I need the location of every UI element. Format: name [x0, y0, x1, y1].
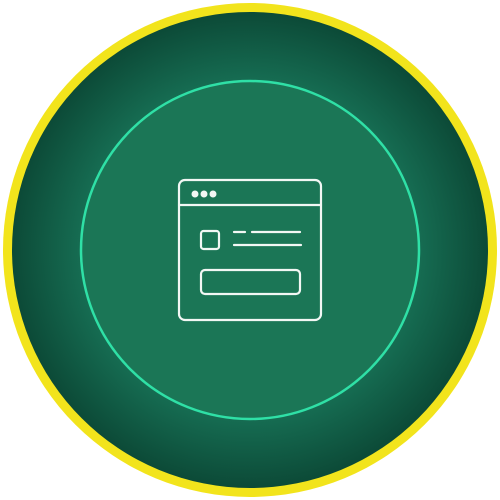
icon-badge [0, 0, 500, 500]
inner-circle [79, 79, 421, 421]
badge-graphic [3, 3, 497, 497]
window-dot-icon [200, 190, 208, 198]
window-dot-icon [191, 190, 199, 198]
window-dot-icon [209, 190, 217, 198]
